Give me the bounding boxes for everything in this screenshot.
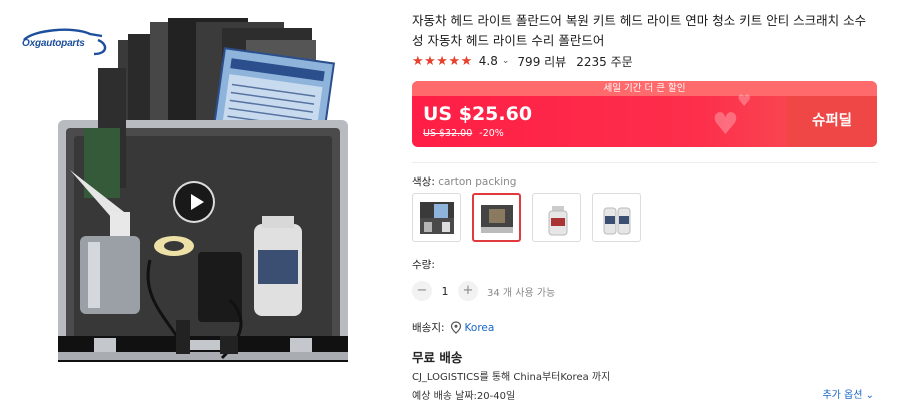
quantity-label: 수량: bbox=[412, 259, 435, 271]
variant-thumbnail[interactable] bbox=[532, 193, 581, 242]
rating-value: 4.8 bbox=[478, 54, 498, 68]
variant-thumbnail-selected[interactable] bbox=[472, 193, 521, 242]
ship-to-label: 배송지: bbox=[412, 322, 445, 334]
superdeal-banner: 세일 기간 더 큰 할인 ♥ ♥ US $25.60 US $32.00 -20… bbox=[412, 81, 877, 147]
variant-options bbox=[412, 193, 641, 242]
current-price: US $25.60 bbox=[423, 103, 533, 125]
quantity-decrease-button[interactable]: − bbox=[412, 281, 432, 301]
available-stock: 34 개 사용 가능 bbox=[487, 287, 556, 299]
variant-carton-image bbox=[480, 204, 513, 233]
product-info-panel: 자동차 헤드 라이트 폴란드어 복원 키트 헤드 라이트 연마 청소 키트 안티… bbox=[412, 0, 882, 405]
divider bbox=[412, 162, 877, 163]
variant-bottle-image bbox=[548, 205, 567, 235]
brand-logo: Oxgautoparts bbox=[18, 26, 110, 60]
selected-color-name: carton packing bbox=[438, 176, 517, 188]
original-price: US $32.00 bbox=[423, 128, 473, 139]
more-options-link[interactable]: 추가 옵션 ⌄ bbox=[822, 386, 874, 401]
chevron-down-icon: ⌄ bbox=[865, 390, 874, 401]
more-options-label: 추가 옵션 bbox=[822, 390, 863, 401]
quantity-input[interactable]: 1 bbox=[432, 285, 458, 298]
variant-kit-image bbox=[419, 201, 454, 234]
ship-to-row[interactable]: 배송지: Korea bbox=[412, 320, 494, 335]
variant-thumbnail[interactable] bbox=[412, 193, 461, 242]
heart-decoration-icon: ♥ bbox=[737, 91, 752, 110]
brand-logo-text: Oxgautoparts bbox=[22, 38, 85, 49]
play-icon[interactable] bbox=[173, 181, 215, 223]
product-main-image[interactable]: Oxgautoparts bbox=[0, 0, 400, 405]
variant-two-bottles-image bbox=[603, 207, 630, 234]
color-label: 색상: bbox=[412, 176, 435, 188]
ship-to-country[interactable]: Korea bbox=[465, 322, 495, 334]
estimated-delivery: 예상 배송 날짜:20-40일 bbox=[412, 391, 516, 402]
review-count[interactable]: 799 리뷰 bbox=[517, 53, 566, 70]
sale-period-label: 세일 기간 더 큰 할인 bbox=[412, 81, 877, 96]
free-shipping-label: 무료 배송 bbox=[412, 350, 463, 365]
color-label-row: 색상: carton packing bbox=[412, 174, 516, 189]
superdeal-label[interactable]: 슈퍼딜 bbox=[787, 96, 877, 147]
chevron-down-icon[interactable]: ⌄ bbox=[502, 56, 510, 66]
variant-thumbnail[interactable] bbox=[592, 193, 641, 242]
discount-percent: -20% bbox=[479, 128, 504, 139]
star-rating-icon: ★★★★★ bbox=[412, 53, 473, 69]
quantity-stepper: − 1 + 34 개 사용 가능 bbox=[412, 281, 555, 301]
price-original-row: US $32.00 -20% bbox=[423, 128, 504, 139]
quantity-increase-button[interactable]: + bbox=[458, 281, 478, 301]
heart-decoration-icon: ♥ bbox=[712, 107, 739, 142]
product-title: 자동차 헤드 라이트 폴란드어 복원 키트 헤드 라이트 연마 청소 키트 안티… bbox=[412, 13, 867, 48]
rating-row[interactable]: ★★★★★ 4.8 ⌄ 799 리뷰 2235 주문 bbox=[412, 52, 633, 70]
map-pin-icon bbox=[450, 321, 461, 334]
order-count: 2235 주문 bbox=[576, 54, 633, 69]
logistics-info: CJ_LOGISTICS를 통해 China부터Korea 까지 bbox=[412, 372, 611, 383]
